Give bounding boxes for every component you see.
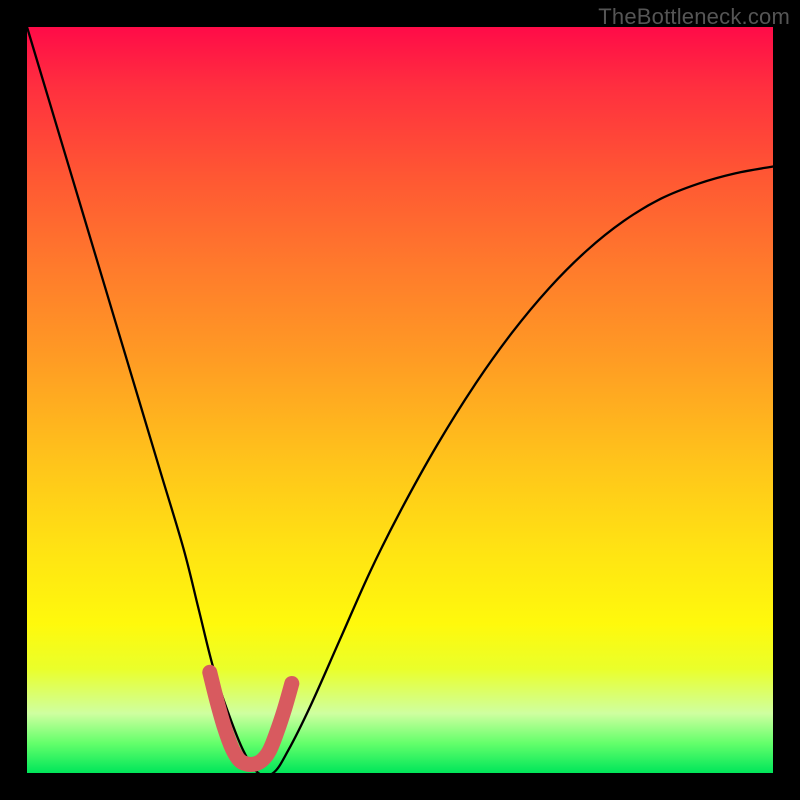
watermark-text: TheBottleneck.com <box>598 4 790 30</box>
bottleneck-curve <box>27 27 773 776</box>
chart-svg <box>27 27 773 773</box>
plot-area <box>27 27 773 773</box>
highlight-curve <box>210 672 292 764</box>
